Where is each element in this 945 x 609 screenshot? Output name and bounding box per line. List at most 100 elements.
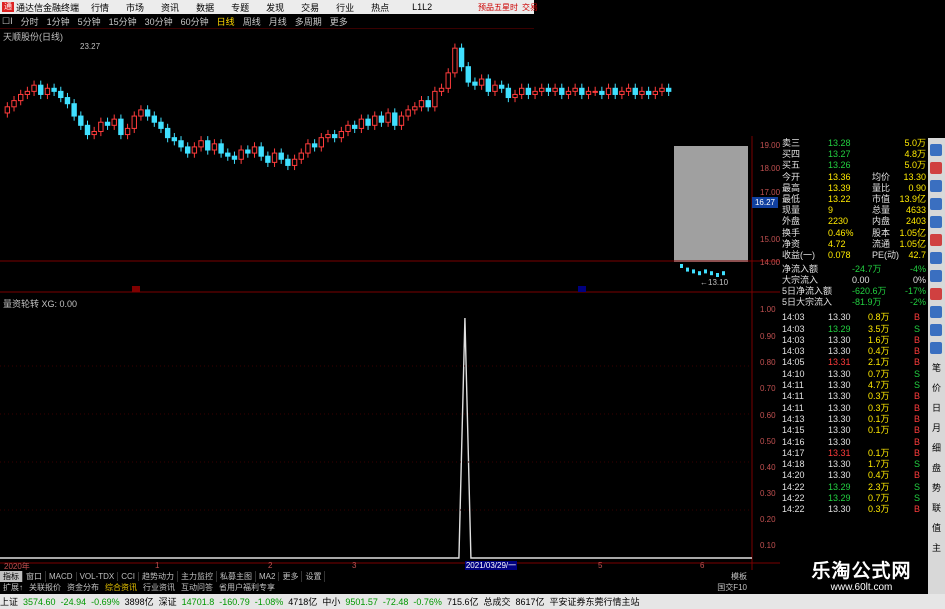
side-tab[interactable]: 值 [930, 522, 943, 535]
candle [645, 90, 652, 95]
candle [4, 106, 11, 114]
side-tab[interactable]: 势 [930, 482, 943, 495]
tab-welfare[interactable]: 省用户福利专享 [216, 582, 278, 593]
side-tab[interactable]: 联 [930, 502, 943, 515]
menu-hot[interactable]: 热点 [371, 1, 389, 14]
side-icon[interactable] [930, 162, 942, 174]
side-tab[interactable]: 细 [930, 442, 943, 455]
tab-min[interactable]: 分时 [21, 15, 39, 28]
tab-expand[interactable]: 扩展↑ [0, 582, 26, 593]
tab-qa[interactable]: 互动问答 [178, 582, 216, 593]
tab-ind-news[interactable]: 行业资讯 [140, 582, 178, 593]
x-tick: 3 [352, 561, 357, 570]
tab-month[interactable]: 月线 [269, 15, 287, 28]
side-tab[interactable]: 月 [930, 422, 943, 435]
close-icon[interactable]: ✕ [542, 3, 549, 12]
tab-week[interactable]: 周线 [243, 15, 261, 28]
candle [398, 115, 405, 126]
level-label[interactable]: L1L2 [412, 2, 432, 12]
candle [265, 155, 271, 163]
tab-cci[interactable]: CCI [118, 571, 140, 581]
tick-side: S [913, 323, 920, 334]
candle [599, 90, 605, 95]
app-title: 通达信金融终端 [16, 2, 80, 13]
menu-market[interactable]: 市场 [126, 1, 144, 14]
side-icon[interactable] [930, 180, 942, 192]
candle [619, 90, 625, 95]
tab-fund-dist[interactable]: 资金分布 [64, 582, 102, 593]
side-icon[interactable] [930, 306, 942, 318]
tick-time: 14:11 [782, 380, 804, 390]
candle [552, 87, 558, 92]
tab-vol[interactable]: VOL-TDX [77, 571, 119, 581]
side-tab[interactable]: 日 [930, 402, 943, 415]
side-icon[interactable] [930, 234, 942, 246]
tab-5m[interactable]: 5分钟 [78, 15, 101, 28]
tick-volume: 4.7万 [868, 380, 890, 390]
quote-label2: 市值 [872, 194, 891, 204]
menu-industry[interactable]: 行业 [336, 1, 354, 14]
tab-multi[interactable]: 多周期 [295, 15, 322, 28]
trade-tag[interactable]: 交易 [522, 2, 538, 13]
side-icon[interactable] [930, 342, 942, 354]
side-icon[interactable] [930, 252, 942, 264]
menu-quote[interactable]: 行情 [91, 1, 109, 14]
ind-tick: 0.20 [760, 515, 776, 524]
side-icon[interactable] [930, 144, 942, 156]
tick-price: 13.30 [828, 312, 851, 323]
tab-f10[interactable]: 国交F10 [714, 582, 750, 593]
tab-ma2[interactable]: MA2 [256, 571, 280, 581]
side-tab[interactable]: 主 [930, 542, 943, 555]
candle [78, 115, 84, 126]
menu-trade[interactable]: 交易 [301, 1, 319, 14]
chart-area[interactable] [0, 28, 780, 570]
tab-more[interactable]: 更多 [330, 15, 348, 28]
tab-60m[interactable]: 60分钟 [181, 15, 209, 28]
tab-template[interactable]: 模板 [728, 571, 750, 582]
side-tab[interactable]: 价 [930, 382, 943, 395]
side-icon[interactable] [930, 324, 942, 336]
menu-data[interactable]: 数据 [196, 1, 214, 14]
overlay-box [674, 146, 748, 262]
side-tab[interactable]: 盘 [930, 462, 943, 475]
tab-settings[interactable]: 设置 [302, 570, 326, 582]
tab-window[interactable]: 窗口 [23, 570, 46, 582]
flow-row: 5日净流入额 -620.6万 -17% [780, 286, 928, 297]
tab-related[interactable]: 关联报价 [26, 582, 64, 593]
tick-row: 14:13 13.30 0.1万 B [780, 414, 928, 425]
tab-monitor[interactable]: 主力监控 [178, 570, 218, 582]
side-icon[interactable] [930, 270, 942, 282]
corner-tag[interactable]: 预品五星时 [478, 2, 518, 13]
tab-30m[interactable]: 30分钟 [145, 15, 173, 28]
tab-trend[interactable]: 趋势动力 [139, 570, 179, 582]
tick-side: B [913, 357, 920, 368]
tab-news[interactable]: 综合资讯 [102, 582, 140, 593]
tab-macd[interactable]: MACD [46, 571, 77, 581]
tab-1m[interactable]: 1分钟 [47, 15, 70, 28]
quote-label: 现量 [782, 205, 801, 216]
price-tick: 17.00 [760, 188, 781, 197]
side-icon[interactable] [930, 216, 942, 228]
quote-row: 买五 13.26 5.0万 [780, 160, 928, 171]
side-icon[interactable] [930, 198, 942, 210]
quote-value2: 1.05亿 [899, 227, 926, 238]
quote-row: 最低 13.22 市值 13.9亿 [780, 194, 928, 205]
candle [385, 112, 391, 123]
tab-day[interactable]: 日线 [217, 15, 235, 28]
menu-topic[interactable]: 专题 [231, 1, 249, 14]
menu-discover[interactable]: 发现 [266, 1, 284, 14]
indicator-tabs: 指标 窗口 MACD VOL-TDX CCI 趋势动力 主力监控 私募主图 MA… [0, 570, 750, 582]
side-icon[interactable] [930, 288, 942, 300]
tick-volume: 0.1万 [868, 447, 890, 458]
candle [178, 140, 184, 148]
tab-private[interactable]: 私募主图 [217, 570, 257, 582]
tab-indicator[interactable]: 指标 [0, 570, 23, 582]
tab-15m[interactable]: 15分钟 [109, 15, 137, 28]
candle [98, 121, 104, 132]
menu-news[interactable]: 资讯 [161, 1, 179, 14]
toolbar-prefix[interactable]: ☐I [2, 16, 13, 27]
tick-row: 14:03 13.30 0.8万 B [780, 312, 928, 323]
tick-volume: 3.5万 [868, 323, 890, 334]
side-tab[interactable]: 笔 [930, 362, 943, 375]
tab-more2[interactable]: 更多 [279, 570, 303, 582]
